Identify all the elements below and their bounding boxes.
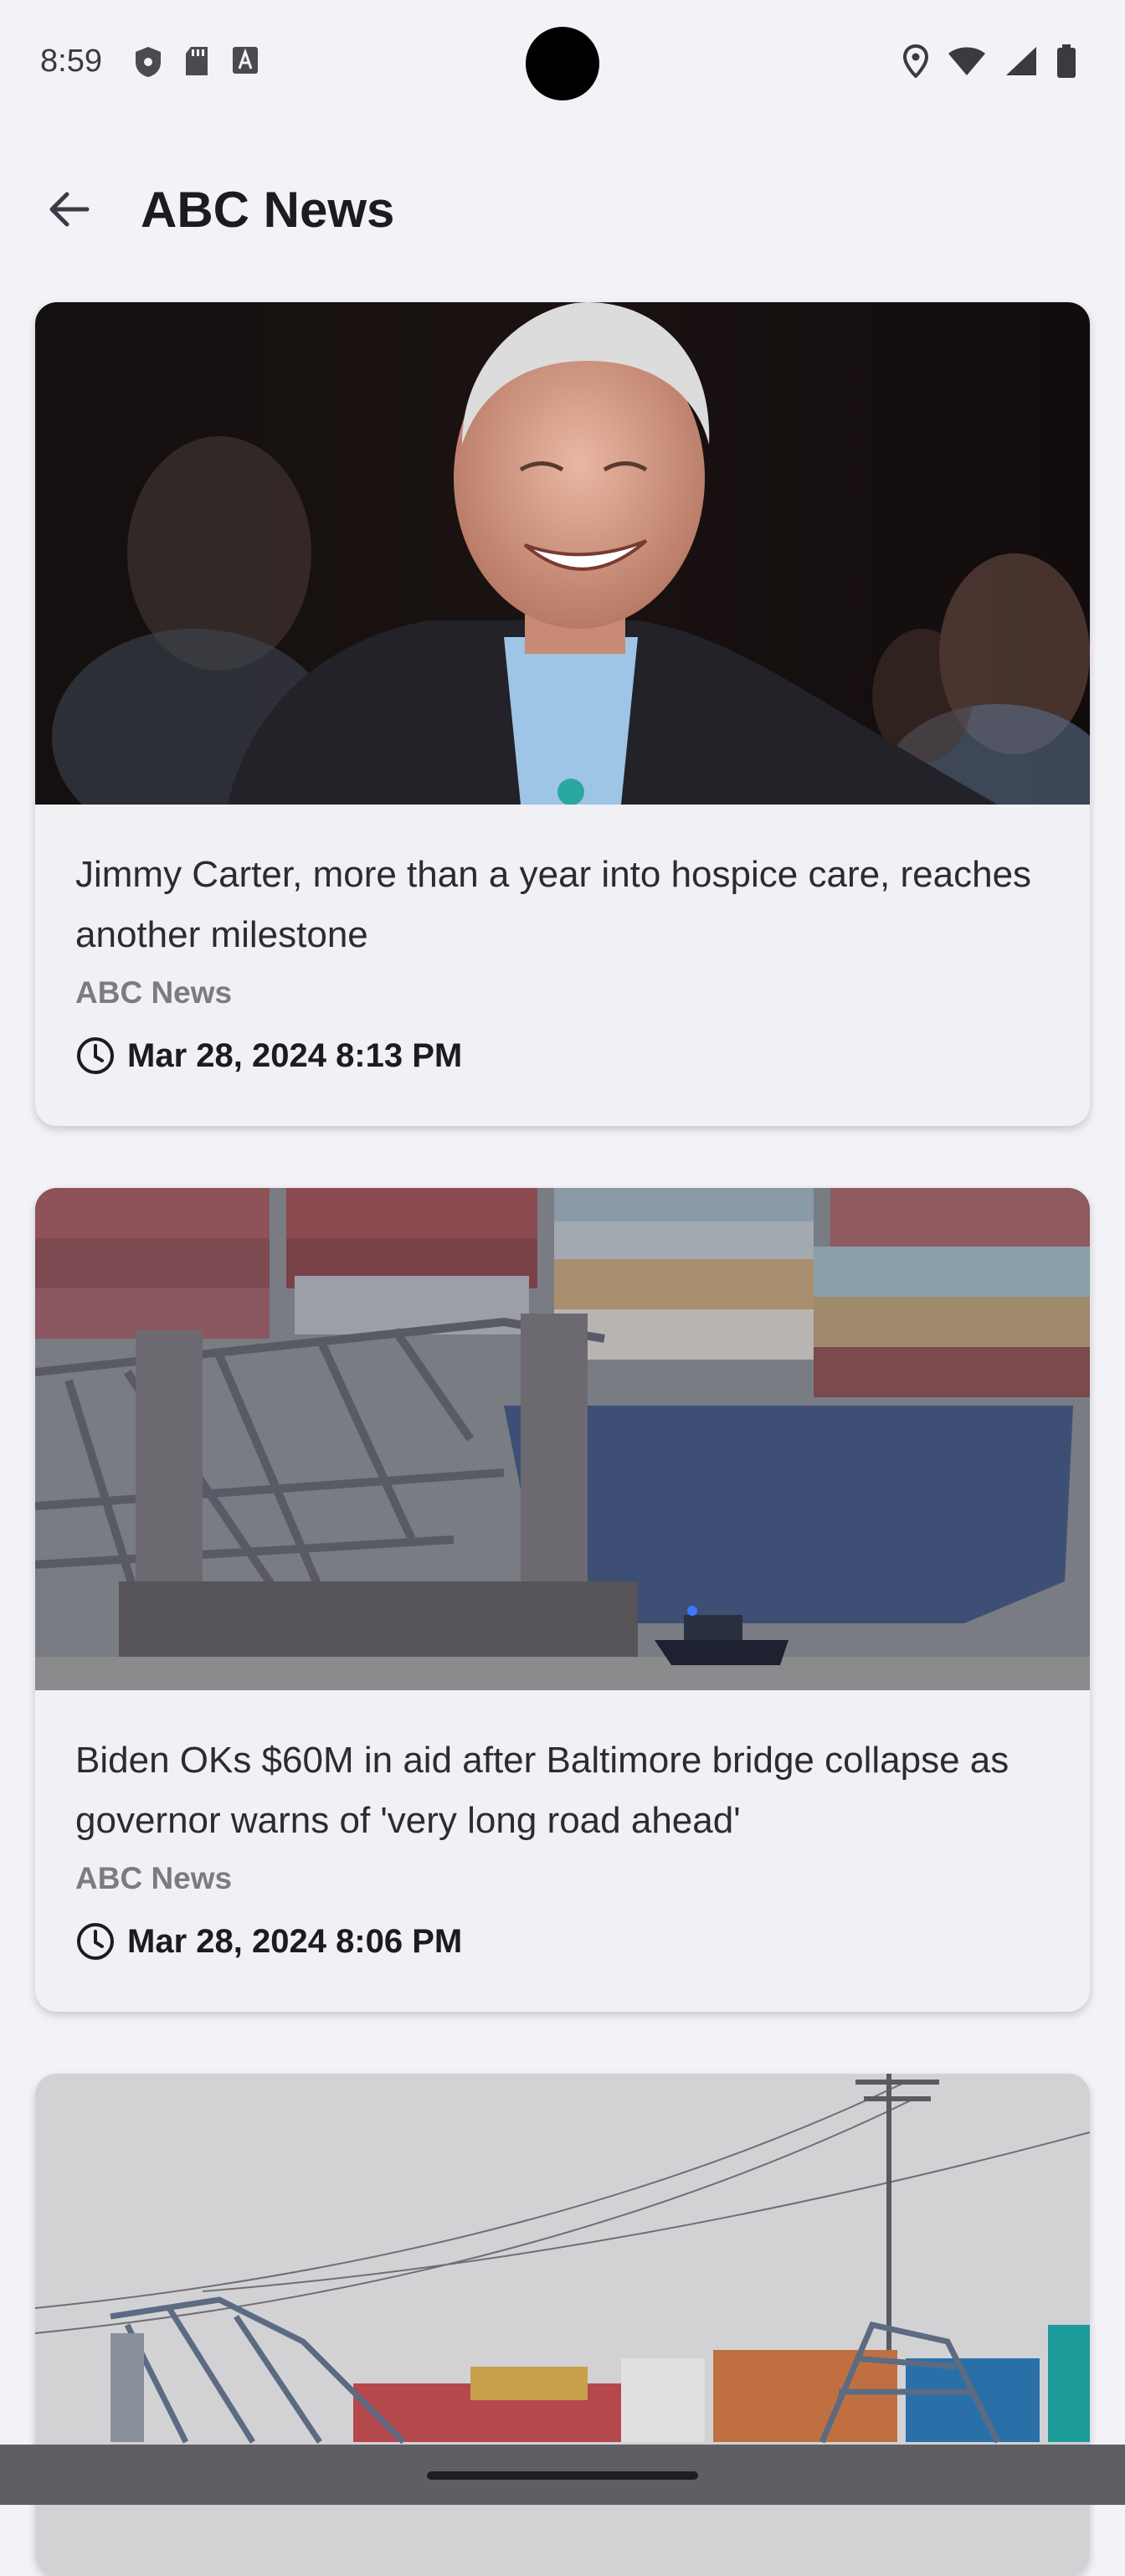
shield-icon [136,47,161,77]
article-date: Mar 28, 2024 8:06 PM [127,1922,463,1960]
article-date-row: Mar 28, 2024 8:13 PM [75,1036,1050,1076]
article-card[interactable]: Jimmy Carter, more than a year into hosp… [35,302,1090,1126]
sd-card-icon [186,47,208,75]
article-image [35,1188,1090,1690]
article-body: Biden OKs $60M in aid after Baltimore br… [35,1690,1090,1962]
arrow-back-icon [49,192,90,227]
page-title: ABC News [141,182,395,238]
clock-icon [77,1037,114,1074]
article-body: Jimmy Carter, more than a year into hosp… [35,805,1090,1076]
article-image [35,302,1090,805]
signal-icon [1006,47,1036,75]
location-icon [902,44,929,78]
status-notification-icons [134,45,259,79]
camera-cutout [526,27,599,100]
status-time: 8:59 [40,44,102,79]
back-button[interactable] [35,176,102,243]
clock-icon [77,1923,114,1960]
article-date: Mar 28, 2024 8:13 PM [127,1036,463,1074]
system-nav-bar [0,2445,1125,2505]
status-system-icons [902,44,1076,79]
status-bar: 8:59 [0,0,1125,126]
article-source: ABC News [75,1861,233,1895]
app-bar: ABC News [0,159,1125,260]
article-headline[interactable]: Biden OKs $60M in aid after Baltimore br… [75,1730,1050,1851]
article-headline[interactable]: Jimmy Carter, more than a year into hosp… [75,845,1050,965]
article-date-row: Mar 28, 2024 8:06 PM [75,1921,1050,1962]
wifi-icon [948,47,985,75]
font-a-icon [233,47,258,74]
article-card[interactable]: Biden OKs $60M in aid after Baltimore br… [35,1188,1090,2012]
home-gesture-handle[interactable] [427,2471,698,2480]
battery-icon [1057,44,1076,78]
article-source: ABC News [75,975,233,1010]
